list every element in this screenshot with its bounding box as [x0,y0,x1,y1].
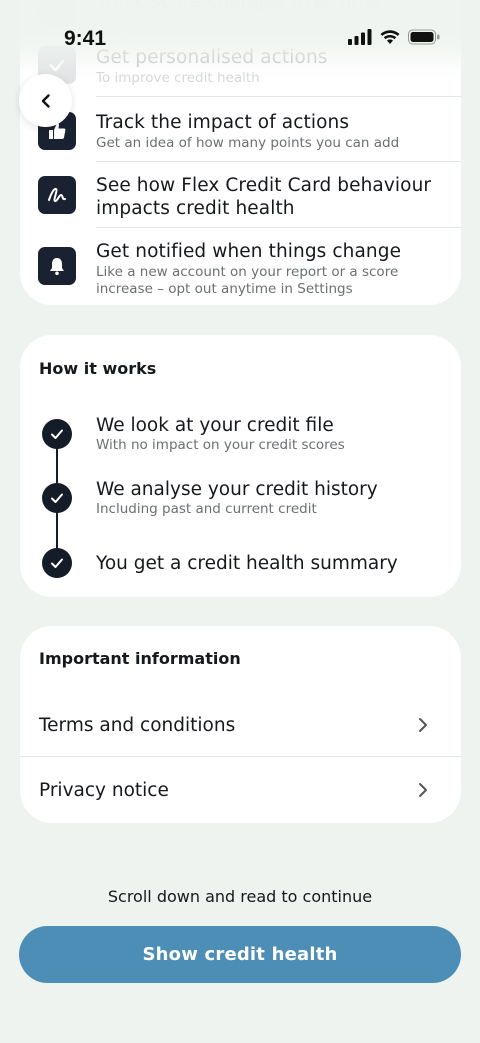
important-info-card: Important information Terms and conditio… [20,626,461,823]
benefit-subtitle: Like a new account on your report or a s… [96,264,399,297]
scroll-hint: Scroll down and read to continue [107,887,373,906]
benefit-title: Get notified when things change [96,241,402,262]
bell-icon [38,247,76,285]
benefit-title: Get personalised actions [96,47,328,68]
divider [96,161,461,162]
show-credit-health-button[interactable]: Show credit health [19,926,461,983]
check-icon [42,548,72,578]
step-title: We look at your credit file [96,415,334,436]
check-icon [42,419,72,449]
back-button[interactable] [19,74,72,127]
squiggle-icon [38,176,76,214]
benefit-title: Track score changes over time [96,0,382,12]
step-item: We analyse your credit history Including… [96,478,445,517]
section-heading: How it works [39,359,157,378]
step-item: You get a credit health summary [96,552,445,575]
benefits-card: Track score changes over time Get person… [20,0,461,305]
chevron-right-icon [419,783,427,797]
how-it-works-card: How it works We look at your credit file… [20,335,461,597]
step-subtitle: With no impact on your credit scores [96,437,345,453]
chart-icon [38,0,76,26]
step-title: You get a credit health summary [96,553,398,574]
check-icon [42,483,72,513]
step-subtitle: Including past and current credit [96,501,317,517]
benefit-title: See how Flex Credit Card behaviour impac… [96,175,432,219]
link-label: Privacy notice [39,779,169,801]
chevron-left-icon [41,93,50,108]
benefit-subtitle: Get an idea of how many points you can a… [96,135,400,151]
link-label: Terms and conditions [39,714,236,736]
privacy-notice-link[interactable]: Privacy notice [20,757,461,823]
benefit-subtitle: To improve credit health [96,70,260,86]
step-title: We analyse your credit history [96,479,378,500]
divider [96,227,461,228]
chevron-right-icon [419,718,427,732]
section-heading: Important information [39,649,241,668]
step-item: We look at your credit file With no impa… [96,414,445,453]
divider [96,96,461,97]
benefit-title: Track the impact of actions [96,112,350,133]
terms-and-conditions-link[interactable]: Terms and conditions [20,692,461,758]
